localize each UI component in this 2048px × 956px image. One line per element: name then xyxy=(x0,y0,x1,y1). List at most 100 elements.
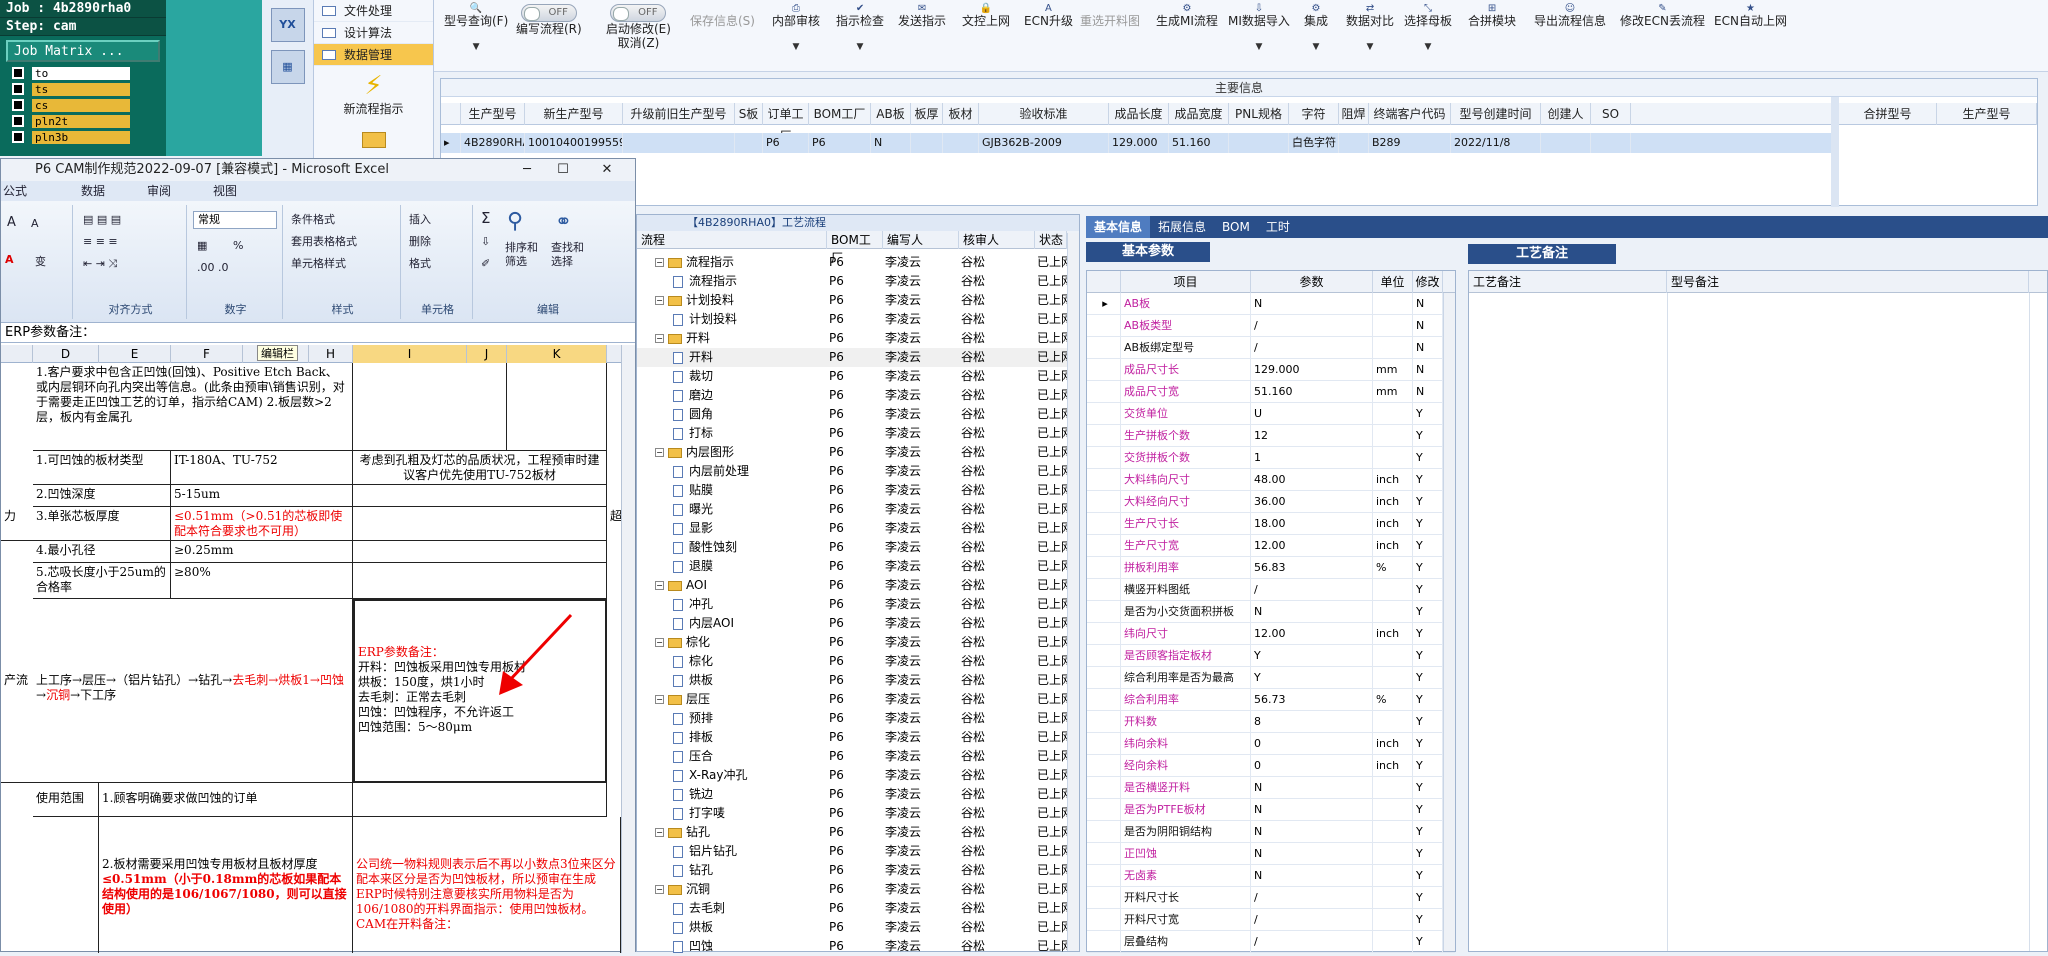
tree-row[interactable]: 贴膜 P6 李凌云 谷松 已上网 xyxy=(637,481,1067,500)
column-header[interactable]: 项目 xyxy=(1121,271,1251,293)
param-row[interactable]: 开料尺寸长 / Y xyxy=(1087,887,1455,909)
nav-new-flow[interactable]: ⚡ 新流程指示 xyxy=(314,66,433,126)
param-value[interactable]: 8 xyxy=(1251,711,1373,732)
phonetic-icon[interactable]: 变 xyxy=(35,253,46,269)
param-value[interactable]: 18.00 xyxy=(1251,513,1373,534)
param-value[interactable]: / xyxy=(1251,337,1373,358)
column-header[interactable]: 阻焊 xyxy=(1339,103,1369,125)
column-header[interactable]: 成品宽度 xyxy=(1169,103,1229,125)
param-value[interactable]: N xyxy=(1251,777,1373,798)
param-value[interactable]: 51.160 xyxy=(1251,381,1373,402)
param-value[interactable]: Y xyxy=(1251,667,1373,688)
param-row[interactable]: 是否为小交货面积拼板 N Y xyxy=(1087,601,1455,623)
table-cell[interactable]: P6 xyxy=(809,133,871,153)
spreadsheet-grid[interactable]: 1.客户要求中包含正凹蚀(回蚀)、Positive Etch Back、或内层铜… xyxy=(1,363,621,953)
tab-view[interactable]: 视图 xyxy=(185,181,251,201)
ecn-auto-upload-button[interactable]: ★ ECN自动上网 xyxy=(1714,4,1787,29)
toggle-switch[interactable]: OFF xyxy=(520,4,577,22)
save-info-button[interactable]: 保存信息(S) xyxy=(690,4,755,28)
start-modify-toggle[interactable]: OFF 启动修改(E) 取消(Z) xyxy=(606,4,671,50)
export-flow-info-button[interactable]: ☺ 导出流程信息 xyxy=(1534,4,1606,29)
param-value[interactable]: 1 xyxy=(1251,447,1373,468)
cell[interactable]: 5.芯吸长度小于25um的合格率 xyxy=(33,563,171,599)
param-value[interactable]: N xyxy=(1251,293,1373,314)
vertical-scrollbar[interactable] xyxy=(1443,293,1455,951)
cell[interactable]: IT-180A、TU-752 xyxy=(171,451,353,485)
param-row[interactable]: 综合利用率是否为最高 Y Y xyxy=(1087,667,1455,689)
column-header[interactable]: E xyxy=(99,345,171,363)
tree-row[interactable]: 打标 P6 李凌云 谷松 已上网 xyxy=(637,424,1067,443)
column-header[interactable]: D xyxy=(33,345,99,363)
tree-row[interactable]: X-Ray冲孔 P6 李凌云 谷松 已上网 xyxy=(637,766,1067,785)
column-header[interactable]: K xyxy=(507,345,607,363)
tab-extended-info[interactable]: 拓展信息 xyxy=(1150,216,1214,238)
param-value[interactable]: / xyxy=(1251,909,1373,930)
delete-button[interactable]: 删除 xyxy=(409,233,431,249)
column-header[interactable]: 状态 xyxy=(1035,231,1067,249)
table-cell[interactable] xyxy=(735,133,763,153)
param-value[interactable]: 48.00 xyxy=(1251,469,1373,490)
param-row[interactable]: ▸ AB板 N N xyxy=(1087,293,1455,315)
cell[interactable] xyxy=(507,363,607,451)
param-row[interactable]: 是否顾客指定板材 Y Y xyxy=(1087,645,1455,667)
param-row[interactable]: 生产尺寸长 18.00 inch Y xyxy=(1087,513,1455,535)
tree-row[interactable]: 计划投料 P6 李凌云 谷松 已上网 xyxy=(637,310,1067,329)
indent-icon[interactable]: ⇤ ⇥ ⤨ xyxy=(83,257,117,271)
column-header[interactable]: F xyxy=(171,345,243,363)
job-step-item[interactable]: pln2t xyxy=(12,114,130,128)
cell[interactable]: 上工序→层压→（铝片钻孔）→钻孔→去毛刺→烘板1→凹蚀 →沉铜→下工序 xyxy=(33,599,353,783)
collapse-toggle-icon[interactable]: − xyxy=(655,448,664,457)
collapse-toggle-icon[interactable]: − xyxy=(655,885,664,894)
table-cell[interactable]: P6 xyxy=(763,133,809,153)
param-row[interactable]: 交货拼板个数 1 Y xyxy=(1087,447,1455,469)
table-cell[interactable]: 51.160 xyxy=(1169,133,1229,153)
table-cell[interactable] xyxy=(911,133,943,153)
maximize-icon[interactable]: ☐ xyxy=(545,159,581,181)
param-value[interactable]: 56.83 xyxy=(1251,557,1373,578)
param-row[interactable]: 纬向尺寸 12.00 inch Y xyxy=(1087,623,1455,645)
column-header[interactable]: 单位 xyxy=(1373,271,1413,293)
column-header[interactable]: 字符 xyxy=(1289,103,1339,125)
column-header[interactable]: SO xyxy=(1591,103,1631,125)
table-cell[interactable]: GJB362B-2009 xyxy=(979,133,1109,153)
collapse-toggle-icon[interactable]: − xyxy=(655,258,664,267)
param-row[interactable]: 开料尺寸宽 / Y xyxy=(1087,909,1455,931)
format-button[interactable]: 格式 xyxy=(409,255,431,271)
step-checkbox[interactable] xyxy=(12,67,24,79)
column-header[interactable] xyxy=(1,345,33,363)
cell[interactable]: 2.凹蚀深度 xyxy=(33,485,171,507)
percent-button[interactable]: % xyxy=(233,239,243,252)
param-value[interactable]: Y xyxy=(1251,645,1373,666)
collapse-toggle-icon[interactable]: − xyxy=(655,695,664,704)
tree-row[interactable]: − 开料 P6 李凌云 谷松 已上网 xyxy=(637,329,1067,348)
column-header-selected[interactable]: I xyxy=(353,345,467,363)
cell[interactable] xyxy=(353,507,607,541)
column-header[interactable]: 合拼型号 xyxy=(1839,103,1937,125)
cell[interactable]: 超 xyxy=(607,507,621,541)
cell[interactable] xyxy=(353,783,607,817)
param-value[interactable]: / xyxy=(1251,315,1373,336)
currency-icon[interactable]: ▦ xyxy=(197,239,207,252)
tab-review[interactable]: 审阅 xyxy=(119,181,185,201)
toggle-switch[interactable]: OFF xyxy=(610,4,667,22)
table-cell[interactable] xyxy=(1541,133,1591,153)
tree-row[interactable]: 内层前处理 P6 李凌云 谷松 已上网 xyxy=(637,462,1067,481)
param-row[interactable]: 是否横竖开料 N Y xyxy=(1087,777,1455,799)
collapse-toggle-icon[interactable]: − xyxy=(655,581,664,590)
column-header[interactable]: J xyxy=(467,345,507,363)
folder-icon[interactable] xyxy=(361,132,386,148)
table-cell[interactable] xyxy=(943,133,979,153)
tree-row[interactable]: 磨边 P6 李凌云 谷松 已上网 xyxy=(637,386,1067,405)
tree-row[interactable]: − 沉铜 P6 李凌云 谷松 已上网 xyxy=(637,880,1067,899)
column-header[interactable]: AB板 xyxy=(871,103,911,125)
cell[interactable] xyxy=(353,485,607,507)
nav-item-data[interactable]: 数据管理 xyxy=(314,44,433,66)
tree-row[interactable]: 钻孔 P6 李凌云 谷松 已上网 xyxy=(637,861,1067,880)
tree-row[interactable]: 压合 P6 李凌云 谷松 已上网 xyxy=(637,747,1067,766)
vertical-scrollbar[interactable] xyxy=(621,345,635,953)
column-header[interactable]: 修改 xyxy=(1413,271,1443,293)
column-header[interactable]: 终端客户代码 xyxy=(1369,103,1451,125)
param-value[interactable]: N xyxy=(1251,865,1373,886)
cell[interactable]: 公司统一物料规则表示后不再以小数点3位来区分配本来区分是否为凹蚀板材，所以预审在… xyxy=(353,817,621,953)
column-header[interactable]: 生产型号 xyxy=(461,103,525,125)
